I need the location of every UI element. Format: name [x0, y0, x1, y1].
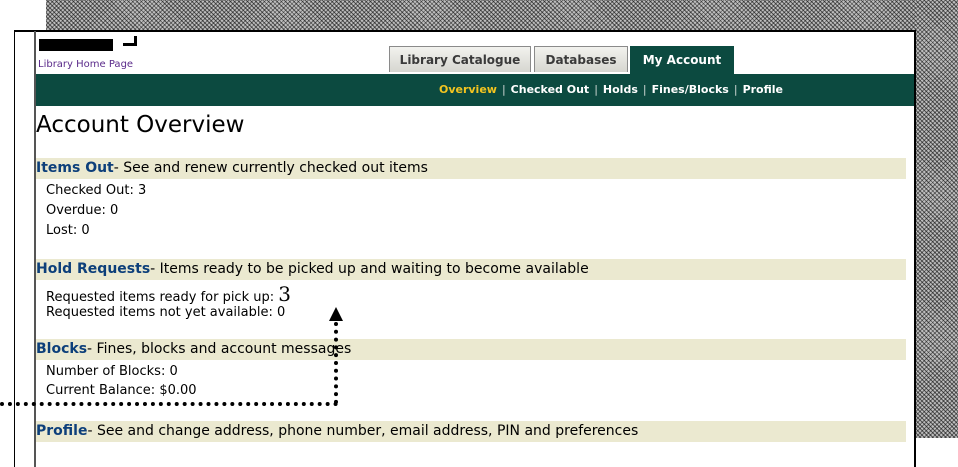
section-items-out-header: Items Out- See and renew currently check… — [36, 158, 906, 179]
ready-for-pickup-label: Requested items ready for pick up: — [46, 290, 279, 305]
items-out-link[interactable]: Items Out — [36, 160, 114, 176]
section-blocks-header: Blocks- Fines, blocks and account messag… — [36, 339, 906, 360]
annotation-arrow-horizontal — [0, 402, 338, 406]
checked-out-count: Checked Out: 3 — [46, 183, 147, 198]
subnav-overview[interactable]: Overview — [439, 83, 497, 96]
annotation-arrow-vertical — [334, 322, 338, 404]
hold-requests-link[interactable]: Hold Requests — [36, 261, 150, 277]
subnav-separator: | — [594, 83, 598, 96]
account-nav-bar: Overview | Checked Out | Holds | Fines/Blocks |… — [36, 74, 914, 106]
subnav-separator: | — [501, 83, 506, 96]
blocks-description: - Fines, blocks and account messages — [87, 341, 352, 357]
current-balance: Current Balance: $0.00 — [46, 383, 197, 398]
ready-for-pickup: Requested items ready for pick up: 3 — [46, 282, 291, 306]
subnav-separator: | — [733, 83, 738, 96]
page-title: Account Overview — [36, 112, 245, 138]
tab-my-account[interactable]: My Account — [630, 46, 734, 74]
hold-requests-description: - Items ready to be picked up and waitin… — [150, 261, 589, 277]
overdue-count: Overdue: 0 — [46, 203, 119, 218]
library-logo-mark — [123, 36, 137, 46]
subnav-profile[interactable]: Profile — [743, 83, 783, 96]
subnav-separator: | — [642, 83, 647, 96]
profile-link[interactable]: Profile — [36, 423, 87, 439]
tab-databases[interactable]: Databases — [534, 46, 628, 72]
section-hold-requests-header: Hold Requests- Items ready to be picked … — [36, 259, 906, 280]
dithered-backdrop-top — [46, 0, 958, 30]
subnav-holds[interactable]: Holds — [603, 83, 638, 96]
items-out-description: - See and renew currently checked out it… — [113, 160, 428, 176]
lost-count: Lost: 0 — [46, 223, 90, 238]
blocks-link[interactable]: Blocks — [36, 341, 87, 357]
section-profile-header: Profile- See and change address, phone n… — [36, 421, 906, 442]
subnav-fines-blocks[interactable]: Fines/Blocks — [652, 83, 729, 96]
not-yet-available: Requested items not yet available: 0 — [46, 305, 286, 320]
profile-description: - See and change address, phone number, … — [87, 423, 639, 439]
library-home-link[interactable]: Library Home Page — [38, 59, 133, 70]
dithered-backdrop-right — [916, 0, 958, 438]
tab-library-catalogue[interactable]: Library Catalogue — [389, 46, 531, 72]
library-logo[interactable] — [39, 39, 113, 51]
account-subnav: Overview | Checked Out | Holds | Fines/Blocks |… — [439, 74, 783, 106]
number-of-blocks: Number of Blocks: 0 — [46, 364, 178, 379]
subnav-checked-out[interactable]: Checked Out — [511, 83, 590, 96]
annotation-arrow-head-icon — [329, 307, 343, 321]
ready-for-pickup-value: 3 — [278, 282, 291, 306]
